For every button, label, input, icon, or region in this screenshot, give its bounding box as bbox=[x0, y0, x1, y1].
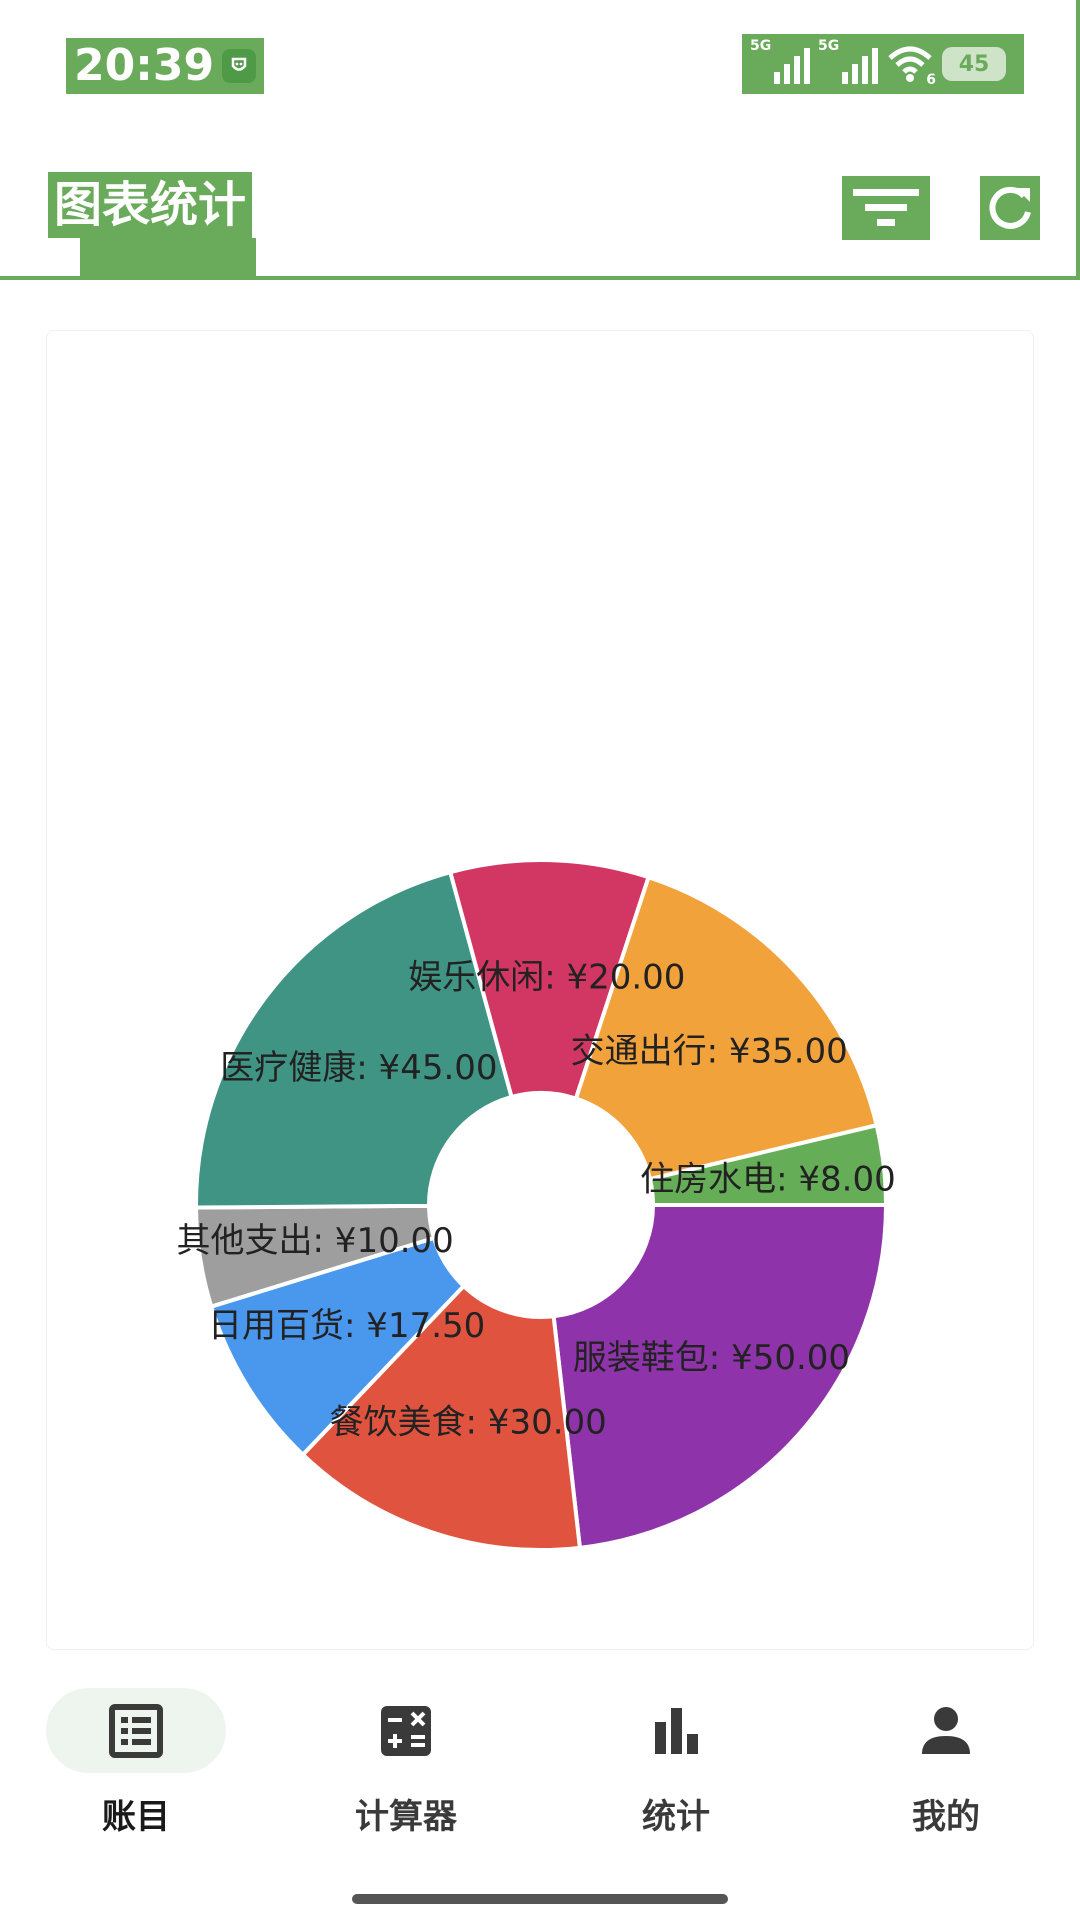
refresh-icon bbox=[989, 186, 1031, 229]
filter-button[interactable] bbox=[842, 176, 930, 240]
signal-1-label: 5G bbox=[750, 38, 772, 54]
signal-2-label: 5G bbox=[818, 38, 840, 54]
signal-icon: 5G bbox=[750, 38, 810, 84]
nav-label: 账目 bbox=[102, 1797, 170, 1837]
bottom-nav: 账目 计算器 统计 我的 bbox=[0, 1660, 1080, 1860]
status-time: 20:39 bbox=[66, 38, 265, 94]
nav-icon-container bbox=[856, 1688, 1036, 1773]
nav-item-calculator[interactable]: 计算器 bbox=[306, 1688, 506, 1838]
filter-icon bbox=[853, 189, 919, 226]
pie-label-6: 娱乐休闲: ¥20.00 bbox=[408, 958, 685, 998]
signal-icon: 5G bbox=[818, 38, 878, 84]
nav-icon-container bbox=[586, 1688, 766, 1773]
pie-label-2: 餐饮美食: ¥30.00 bbox=[330, 1403, 607, 1443]
calculator-icon bbox=[381, 1705, 431, 1756]
title-indicator bbox=[80, 238, 256, 278]
pie-label-5: 医疗健康: ¥45.00 bbox=[220, 1048, 497, 1088]
pie-label-1: 服装鞋包: ¥50.00 bbox=[573, 1338, 850, 1378]
ledger-icon bbox=[109, 1703, 163, 1758]
nav-item-statistics[interactable]: 统计 bbox=[576, 1688, 776, 1838]
wifi-label: 6 bbox=[926, 72, 936, 88]
battery-level: 45 bbox=[958, 51, 990, 77]
clock-text: 20:39 bbox=[74, 40, 215, 91]
nav-icon-container bbox=[46, 1688, 226, 1773]
battery-icon: 45 bbox=[942, 47, 1006, 81]
nav-label: 计算器 bbox=[355, 1797, 457, 1837]
status-icons: 5G 5G 6 45 bbox=[742, 34, 1024, 94]
wifi-icon: 6 bbox=[888, 44, 936, 88]
donut-chart: 服装鞋包: ¥50.00 餐饮美食: ¥30.00 日用百货: ¥17.50 其他支出… bbox=[177, 858, 896, 1552]
shield-icon bbox=[222, 49, 257, 83]
refresh-button[interactable] bbox=[980, 176, 1040, 240]
status-bar: 20:39 5G 5G 6 45 bbox=[0, 0, 1080, 120]
home-indicator[interactable] bbox=[352, 1894, 728, 1904]
pie-label-7: 交通出行: ¥35.00 bbox=[571, 1031, 848, 1071]
chart-card: 服装鞋包: ¥50.00 餐饮美食: ¥30.00 日用百货: ¥17.50 其他支出… bbox=[46, 330, 1034, 1650]
pie-label-4: 其他支出: ¥10.00 bbox=[177, 1221, 454, 1261]
bar-chart-icon bbox=[655, 1707, 698, 1754]
pie-label-8: 住房水电: ¥8.00 bbox=[640, 1159, 896, 1199]
nav-label: 我的 bbox=[912, 1797, 980, 1837]
person-icon bbox=[922, 1706, 970, 1754]
page-title: 图表统计 bbox=[48, 172, 253, 238]
pie-label-3: 日用百货: ¥17.50 bbox=[208, 1306, 485, 1346]
app-bar: 图表统计 bbox=[0, 0, 1080, 280]
nav-item-ledger[interactable]: 账目 bbox=[36, 1688, 236, 1838]
nav-icon-container bbox=[316, 1688, 496, 1773]
nav-label: 统计 bbox=[642, 1797, 710, 1837]
nav-item-profile[interactable]: 我的 bbox=[846, 1688, 1046, 1838]
